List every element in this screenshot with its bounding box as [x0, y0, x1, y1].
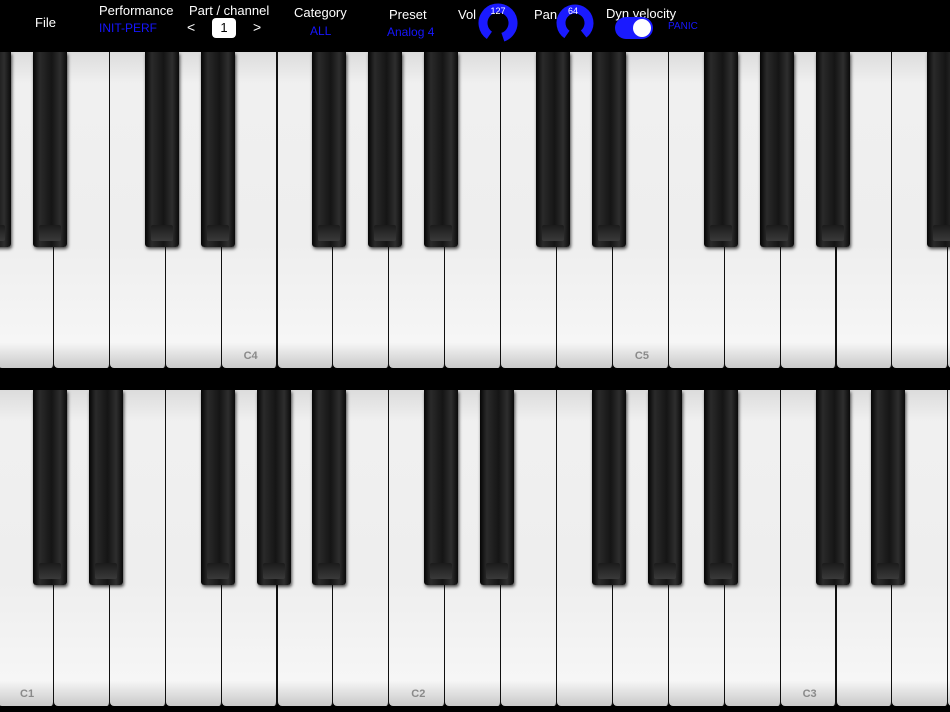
black-key[interactable]: [200, 390, 235, 585]
black-key[interactable]: [591, 390, 626, 585]
toggle-thumb: [633, 19, 651, 37]
black-key[interactable]: [32, 390, 67, 585]
preset-label: Preset: [389, 7, 427, 22]
preset-value[interactable]: Analog 4: [387, 25, 434, 39]
black-key[interactable]: [480, 390, 515, 585]
black-key[interactable]: [591, 52, 626, 247]
black-key[interactable]: [703, 390, 738, 585]
category-value[interactable]: ALL: [310, 24, 331, 38]
lower-keyboard: C1 C2 C3: [0, 390, 950, 708]
vol-label: Vol: [458, 7, 477, 22]
upper-keyboard: C4 C5: [0, 52, 950, 370]
black-key[interactable]: [815, 390, 850, 585]
part-channel-label: Part / channel: [189, 3, 270, 18]
part-next-button[interactable]: >: [253, 19, 261, 35]
black-key[interactable]: [312, 390, 347, 585]
part-channel-field[interactable]: 1: [212, 18, 236, 38]
octave-label: C4: [243, 350, 258, 362]
black-key[interactable]: [927, 52, 950, 247]
black-key[interactable]: [0, 52, 11, 247]
black-key[interactable]: [200, 52, 235, 247]
black-key[interactable]: [144, 52, 179, 247]
black-key[interactable]: [759, 52, 794, 247]
octave-label: C3: [802, 688, 817, 700]
black-key[interactable]: [424, 390, 459, 585]
octave-label: C5: [634, 350, 649, 362]
file-menu[interactable]: File: [35, 15, 56, 30]
panic-button[interactable]: PANIC: [668, 21, 698, 32]
black-key[interactable]: [815, 52, 850, 247]
black-key[interactable]: [871, 390, 906, 585]
black-key[interactable]: [536, 52, 570, 247]
category-label: Category: [294, 5, 347, 20]
black-key[interactable]: [703, 52, 738, 247]
dyn-velocity-toggle[interactable]: [615, 17, 653, 39]
part-prev-button[interactable]: <: [187, 19, 195, 35]
black-key[interactable]: [424, 52, 459, 247]
black-key[interactable]: [647, 390, 682, 585]
black-key[interactable]: [312, 52, 347, 247]
black-key[interactable]: [32, 52, 67, 247]
pan-value: 64: [567, 6, 578, 16]
black-key[interactable]: [256, 390, 291, 585]
performance-label: Performance: [99, 3, 174, 18]
black-key[interactable]: [368, 52, 403, 247]
octave-label: C2: [411, 688, 426, 700]
toolbar: File Performance INIT-PERF Part / channe…: [0, 0, 950, 52]
octave-label: C1: [20, 688, 35, 700]
vol-value: 127: [490, 6, 506, 16]
performance-value[interactable]: INIT-PERF: [99, 21, 157, 35]
black-key[interactable]: [88, 390, 123, 585]
